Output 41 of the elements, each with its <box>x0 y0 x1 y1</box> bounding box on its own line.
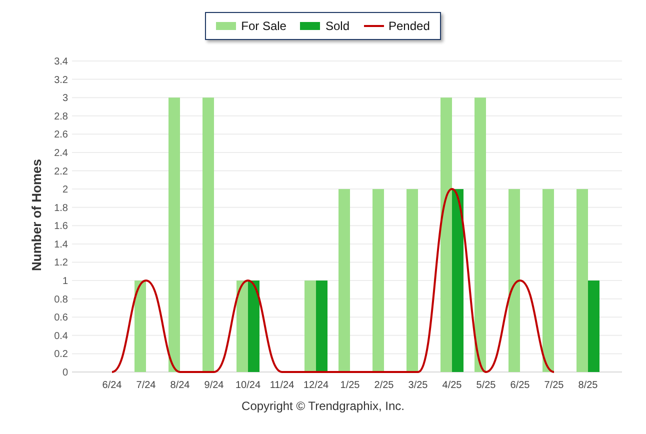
x-tick-label: 3/25 <box>408 380 428 391</box>
y-tick-label: 3.4 <box>54 56 68 68</box>
x-tick-label: 1/25 <box>340 380 360 391</box>
y-axis-title: Number of Homes <box>29 159 44 271</box>
y-tick-label: 0.8 <box>54 294 68 306</box>
y-tick-label: 0 <box>62 368 68 378</box>
x-tick-label: 8/24 <box>170 380 190 391</box>
y-tick-label: 2.2 <box>54 166 68 178</box>
y-tick-label: 0.4 <box>54 330 68 342</box>
x-tick-label: 2/25 <box>374 380 394 391</box>
copyright-text: Copyright © Trendgraphix, Inc. <box>242 398 404 415</box>
y-tick-label: 0.2 <box>54 349 68 360</box>
y-tick-label: 0.6 <box>54 312 68 324</box>
y-tick-label: 3.2 <box>54 74 68 86</box>
x-tick-label: 4/25 <box>442 380 462 391</box>
x-tick-label: 7/25 <box>544 380 564 391</box>
x-tick-label: 7/24 <box>136 380 156 391</box>
y-tick-label: 1.8 <box>54 202 68 214</box>
y-tick-label: 3 <box>62 93 68 104</box>
x-tick-label: 12/24 <box>303 380 329 391</box>
legend-line-icon <box>364 25 384 27</box>
legend-label[interactable]: For Sale <box>241 17 286 35</box>
x-tick-label: 6/25 <box>510 380 530 391</box>
y-tick-label: 2.4 <box>54 148 68 159</box>
x-tick-label: 9/24 <box>204 380 224 391</box>
y-tick-label: 2.6 <box>54 130 68 141</box>
y-tick-label: 1.4 <box>54 239 68 250</box>
x-tick-label: 6/24 <box>102 380 122 391</box>
legend-swatch-icon <box>216 22 236 30</box>
y-tick-label: 2.8 <box>54 111 68 122</box>
y-tick-label: 2 <box>62 184 68 196</box>
legend-swatch-icon <box>300 22 320 30</box>
x-tick-label: 5/25 <box>476 380 496 391</box>
legend-label[interactable]: Pended <box>388 17 430 35</box>
legend-label[interactable]: Sold <box>325 17 350 35</box>
y-tick-label: 1.2 <box>54 258 68 269</box>
y-tick-label: 1.6 <box>54 221 68 232</box>
x-tick-label: 11/24 <box>270 380 294 391</box>
y-tick-label: 1 <box>62 276 68 288</box>
x-tick-label: 10/24 <box>235 380 261 391</box>
x-tick-label: 8/25 <box>578 380 598 391</box>
